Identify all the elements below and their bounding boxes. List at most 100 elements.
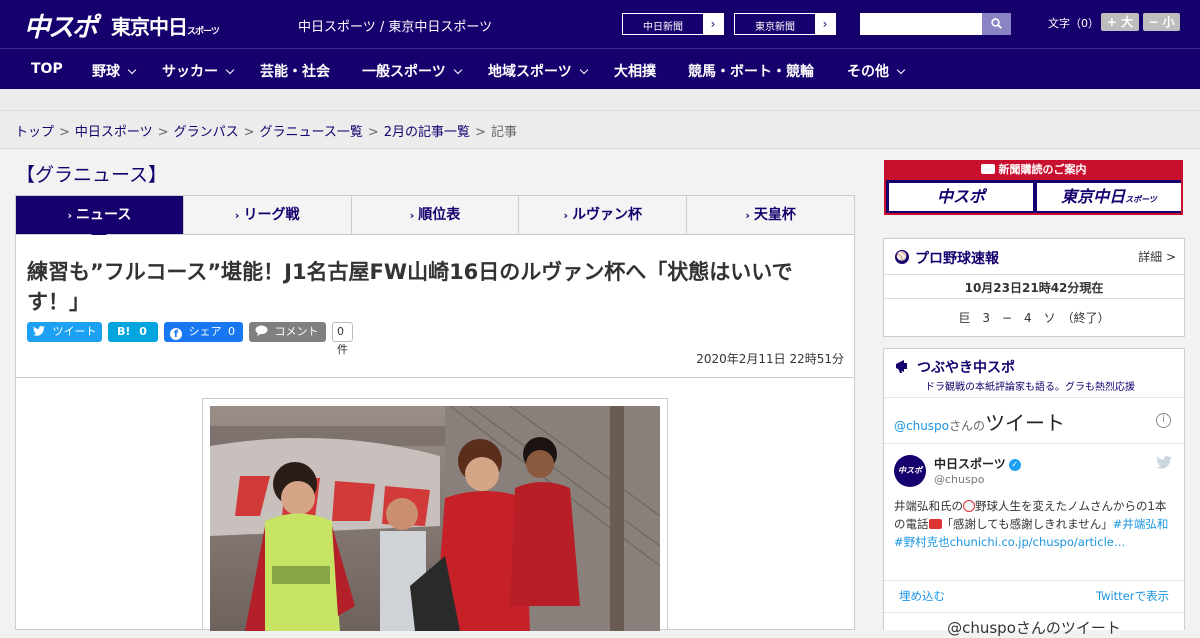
tokyo-chunichi-logo[interactable]: 東京中日スポーツ [111,11,220,40]
tokyo-chunichi-logo-text: 東京中日 [111,15,188,39]
search-button[interactable] [982,13,1011,35]
verified-icon: ✓ [1008,458,1021,471]
tweets-box: つぶやき中スポ ドラ観戦の本紙評論家も語る。グラも熱烈応援 @chuspoさんの… [883,348,1185,637]
tab-news[interactable]: › ニュース [16,196,184,242]
hashtag-link[interactable]: #井端弘和 [1113,517,1169,531]
tab-league[interactable]: › リーグ戦 [184,196,352,234]
tweets-title: つぶやき中スポ [917,360,1015,376]
twitter-bird-icon[interactable] [1156,456,1172,469]
tweet-button[interactable]: ツイート [27,322,102,342]
breadcrumb-gra-news-list[interactable]: グラニュース一覧 [260,125,363,140]
chevron-down-icon [896,65,906,75]
breadcrumb-grampus[interactable]: グランパス [174,125,239,140]
tab-label: 順位表 [418,207,461,223]
breadcrumb-separator: > [243,125,255,140]
view-on-twitter-link[interactable]: Twitterで表示 [1096,588,1169,604]
nav-label: TOP [31,61,63,77]
breadcrumb-february-list[interactable]: 2月の記事一覧 [384,125,470,140]
chevron-right-icon: › [815,14,835,34]
nav-item-soccer[interactable]: サッカー [162,61,235,81]
chunichi-shimbun-link[interactable]: 中日新聞 › [622,13,724,35]
chuspo-logo[interactable]: 中スポ [24,7,98,44]
chevron-right-icon: › [234,209,240,222]
subscription-banner-label: 新聞購読のご案内 [998,163,1087,176]
subscription-tokyo-chunichi-small: スポーツ [1125,195,1157,204]
tokyo-shimbun-link[interactable]: 東京新聞 › [734,13,836,35]
article-headline: 練習も”フルコース”堪能！J1名古屋FW山崎16日のルヴァン杯へ「状態はいいです… [27,260,793,314]
nav-item-general-sports[interactable]: 一般スポーツ [362,61,462,81]
article-divider [16,377,854,378]
avatar[interactable]: 中スポ [894,455,926,487]
breadcrumb-top[interactable]: トップ [15,125,54,140]
chevron-right-icon: › [703,14,723,34]
nav-label: 芸能・社会 [260,64,330,80]
account-name-text: 中日スポーツ [934,457,1006,471]
nav-item-top[interactable]: TOP [31,61,63,77]
article-photo-image [210,406,660,631]
nav-item-entertainment[interactable]: 芸能・社会 [260,61,330,81]
nav-label: サッカー [162,64,218,80]
subscription-tokyo-chunichi-text: 東京中日 [1061,187,1126,206]
twitter-handle-link[interactable]: @chuspo [894,419,949,433]
tweets-subtitle: ドラ観戦の本紙評論家も語る。グラも熱烈応援 [925,382,1135,393]
twitter-embed: @chuspoさんのツイート i 中スポ 中日スポーツ ✓ @chuspo 井端弘… [884,397,1184,637]
breadcrumb-chuspo[interactable]: 中日スポーツ [75,125,153,140]
article-photo[interactable] [210,406,660,631]
subscription-banner-title: 新聞購読のご案内 [884,160,1183,180]
subscription-banner[interactable]: 新聞購読のご案内 中スポ 東京中日スポーツ [884,160,1183,215]
nav-item-baseball[interactable]: 野球 [92,61,137,81]
account-name[interactable]: 中日スポーツ ✓ [934,455,1021,472]
avatar-text: 中スポ [898,466,922,475]
hashtag-link[interactable]: #野村克也 [894,535,950,549]
baseball-detail-link[interactable]: 詳細 > [1138,248,1176,265]
info-icon[interactable]: i [1156,413,1171,428]
breadcrumb: トップ > 中日スポーツ > グランパス > グラニュース一覧 >2月の記事一覧 > 記事 [15,121,517,140]
twitter-bird-icon [33,326,45,336]
article-date: 2020年2月11日 22時51分 [696,352,844,366]
twitter-footer-link[interactable]: @chuspoさんのツイート [884,617,1184,638]
breadcrumb-bar: トップ > 中日スポーツ > グランパス > グラニュース一覧 >2月の記事一覧 > 記事 [0,111,1200,149]
top-header: 中スポ 東京中日スポーツ 中日スポーツ / 東京中日スポーツ 中日新聞 › 東京… [0,0,1200,48]
chevron-right-icon: › [563,209,569,222]
chevron-right-icon: › [745,209,750,222]
tweet-text: 井端弘和氏の 野球人生を変えたノムさんからの1本の電話 「感謝しても感謝しきれません… [894,497,1177,551]
search-input[interactable] [860,13,982,35]
hatena-bookmark-icon: B! [117,325,131,338]
baseball-score[interactable]: 巨 3 − 4 ソ （終了） [884,309,1184,326]
nav-label: 一般スポーツ [362,64,446,80]
tab-levain-cup[interactable]: › ルヴァン杯 [519,196,688,234]
tab-emperors-cup[interactable]: › 天皇杯 [687,196,854,234]
account-handle[interactable]: @chuspo [934,473,984,486]
facebook-share-button[interactable]: f シェア 0 [164,322,243,342]
comment-label: コメント [274,325,319,338]
nav-item-local-sports[interactable]: 地域スポーツ [488,61,588,81]
baseball-divider [884,298,1184,299]
breadcrumb-separator: > [157,125,169,140]
comment-count: 0件 [332,322,353,356]
category-tabs: › ニュース › リーグ戦 › 順位表 › ルヴァン杯 › 天皇杯 [15,195,855,242]
breadcrumb-separator: > [59,125,70,140]
nav-item-racing[interactable]: 競馬・ボート・競輪 [688,61,814,81]
baseball-timestamp: 10月23日21時42分現在 [964,281,1104,295]
comment-button[interactable]: コメント [249,322,326,342]
site-title[interactable]: 中日スポーツ / 東京中日スポーツ [298,16,492,35]
twitter-handle-suffix: さんの [949,419,986,433]
breadcrumb-current: 記事 [490,125,517,140]
font-smaller-button[interactable]: − 小 [1143,13,1180,31]
hatena-bookmark-button[interactable]: B! 0 [108,322,158,342]
nav-label: その他 [847,64,889,80]
nav-item-other[interactable]: その他 [847,61,906,81]
subscription-tokyo-chunichi[interactable]: 東京中日スポーツ [1037,183,1181,211]
nav-label: 大相撲 [614,64,656,80]
embed-link[interactable]: 埋め込む [899,588,945,604]
tokyo-chunichi-logo-small: スポーツ [187,27,220,37]
tab-standings[interactable]: › 順位表 [352,196,520,234]
speech-bubble-icon [255,325,268,336]
font-larger-button[interactable]: + 大 [1101,13,1139,31]
header-spacer [0,89,1200,111]
tweet-link[interactable]: chunichi.co.jp/chuspo/article… [950,535,1126,549]
nav-item-sumo[interactable]: 大相撲 [614,61,656,81]
baseball-emoji-icon [963,500,975,512]
twitter-divider [884,580,1184,581]
subscription-chuspo[interactable]: 中スポ [889,183,1033,211]
